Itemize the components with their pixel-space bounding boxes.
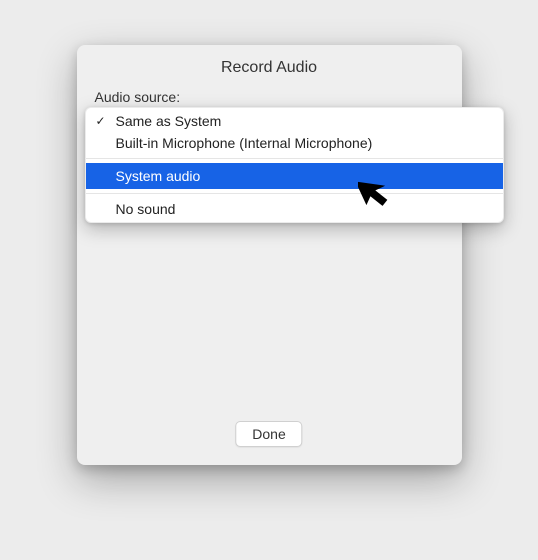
option-same-as-system[interactable]: ✓ Same as System [86, 110, 503, 132]
record-audio-dialog: Record Audio Audio source: ✓ Same as Sys… [77, 45, 462, 465]
option-no-sound[interactable]: No sound [86, 198, 503, 220]
option-system-audio[interactable]: System audio [86, 163, 503, 189]
checkmark-icon: ✓ [96, 114, 106, 128]
audio-source-dropdown[interactable]: ✓ Same as System Built-in Microphone (In… [85, 107, 504, 223]
source-label: Audio source: [77, 89, 462, 105]
option-label: No sound [116, 201, 176, 217]
options-divider [86, 158, 503, 159]
option-label: System audio [116, 168, 201, 184]
option-label: Same as System [116, 113, 222, 129]
done-button[interactable]: Done [235, 421, 302, 447]
options-divider [86, 193, 503, 194]
option-label: Built-in Microphone (Internal Microphone… [116, 135, 373, 151]
dialog-title: Record Audio [77, 45, 462, 85]
option-built-in-mic[interactable]: Built-in Microphone (Internal Microphone… [86, 132, 503, 154]
